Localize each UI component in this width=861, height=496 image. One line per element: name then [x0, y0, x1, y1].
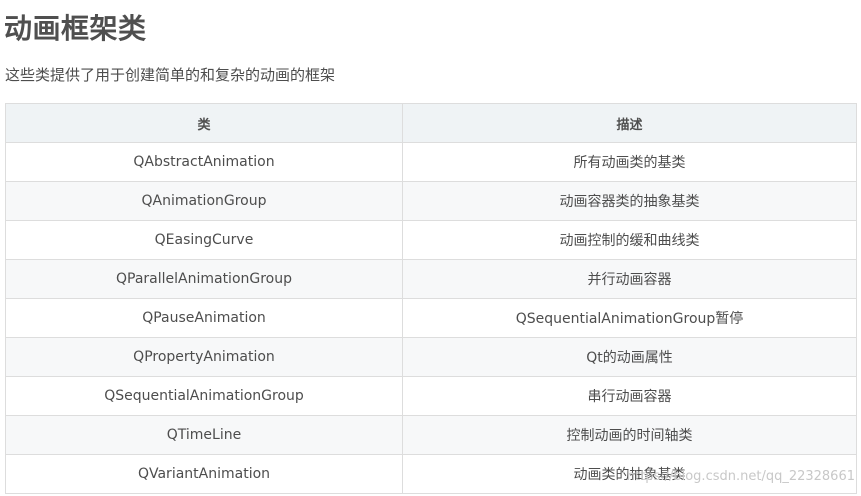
description-cell: 所有动画类的基类: [402, 142, 857, 182]
header-class: 类: [5, 103, 403, 143]
table-row: QVariantAnimation 动画类的抽象基类: [5, 454, 857, 494]
table-row: QEasingCurve 动画控制的缓和曲线类: [5, 220, 857, 260]
description-cell: 动画控制的缓和曲线类: [402, 220, 857, 260]
table-row: QPropertyAnimation Qt的动画属性: [5, 337, 857, 377]
table-row: QTimeLine 控制动画的时间轴类: [5, 415, 857, 455]
class-name-cell: QPauseAnimation: [5, 298, 403, 338]
class-name-cell: QPropertyAnimation: [5, 337, 403, 377]
class-name-cell: QVariantAnimation: [5, 454, 403, 494]
intro-text: 这些类提供了用于创建简单的和复杂的动画的框架: [5, 66, 336, 84]
table-row: QAbstractAnimation 所有动画类的基类: [5, 142, 857, 182]
table-row: QParallelAnimationGroup 并行动画容器: [5, 259, 857, 299]
description-cell: 动画类的抽象基类: [402, 454, 857, 494]
description-cell: 串行动画容器: [402, 376, 857, 416]
class-name-cell: QParallelAnimationGroup: [5, 259, 403, 299]
table-row: QPauseAnimation QSequentialAnimationGrou…: [5, 298, 857, 338]
class-name-cell: QEasingCurve: [5, 220, 403, 260]
animation-classes-table: 类 描述 QAbstractAnimation 所有动画类的基类 QAnimat…: [5, 103, 857, 494]
description-cell: 并行动画容器: [402, 259, 857, 299]
class-name-cell: QSequentialAnimationGroup: [5, 376, 403, 416]
header-description: 描述: [402, 103, 857, 143]
page-title: 动画框架类: [4, 12, 147, 45]
table-header-row: 类 描述: [5, 103, 857, 143]
class-name-cell: QAbstractAnimation: [5, 142, 403, 182]
description-cell: QSequentialAnimationGroup暂停: [402, 298, 857, 338]
description-cell: Qt的动画属性: [402, 337, 857, 377]
description-cell: 控制动画的时间轴类: [402, 415, 857, 455]
table-row: QSequentialAnimationGroup 串行动画容器: [5, 376, 857, 416]
class-name-cell: QTimeLine: [5, 415, 403, 455]
class-name-cell: QAnimationGroup: [5, 181, 403, 221]
description-cell: 动画容器类的抽象基类: [402, 181, 857, 221]
table-row: QAnimationGroup 动画容器类的抽象基类: [5, 181, 857, 221]
